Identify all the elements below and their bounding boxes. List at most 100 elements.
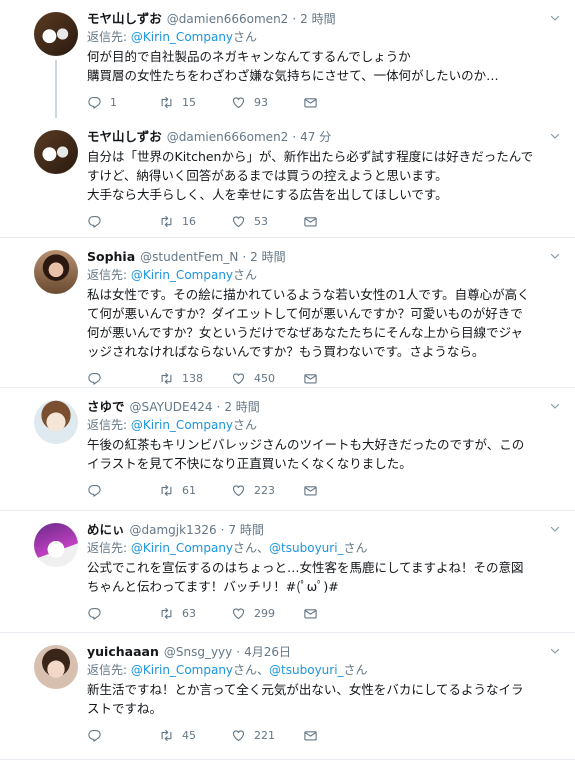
tweet[interactable]: モヤ山しずお @damien666omen2 · 2 時間 返信先: @Kiri… [0,0,575,118]
reply-mention[interactable]: @Kirin_Company [131,268,233,282]
separator-dot: · [216,400,221,414]
user-handle[interactable]: @Snsg_yyy [164,643,232,661]
envelope-icon [303,214,318,229]
like-button[interactable]: 221 [231,728,303,743]
timestamp[interactable]: 7 時間 [228,521,263,539]
reply-button[interactable] [87,606,159,621]
avatar[interactable] [34,645,78,689]
reply-suffix: さん [343,663,368,677]
reply-icon [87,606,102,621]
retweet-button[interactable]: 16 [159,214,231,229]
timestamp[interactable]: 2 時間 [224,398,259,416]
reply-button[interactable] [87,728,159,743]
reply-mention-2[interactable]: @tsuboyuri_ [269,541,344,555]
user-handle[interactable]: @studentFem_N [140,248,238,266]
tweet[interactable]: Sophia @studentFem_N · 2 時間 返信先: @Kirin_… [0,238,575,388]
like-button[interactable]: 53 [231,214,303,229]
chevron-down-icon[interactable] [549,645,561,657]
like-button[interactable]: 450 [231,371,303,386]
avatar[interactable] [34,400,78,444]
chevron-down-icon[interactable] [549,130,561,142]
reply-icon [87,483,102,498]
reply-icon [87,95,102,110]
user-handle[interactable]: @damien666omen2 [167,10,289,28]
timestamp[interactable]: 47 分 [300,128,331,146]
user-handle[interactable]: @damien666omen2 [167,128,289,146]
reply-context: 返信先: @Kirin_Companyさん、@tsuboyuri_さん [87,661,563,679]
retweet-count: 138 [182,371,203,385]
direct-message-button[interactable] [303,483,326,498]
like-count: 450 [254,371,275,385]
tweet[interactable]: yuichaaan @Snsg_yyy · 4月26日 返信先: @Kirin_… [0,633,575,760]
direct-message-button[interactable] [303,214,326,229]
retweet-button[interactable]: 61 [159,483,231,498]
like-button[interactable]: 223 [231,483,303,498]
chevron-down-icon[interactable] [549,523,561,535]
timestamp[interactable]: 2 時間 [300,10,335,28]
tweet-actions: 1 15 93 [87,85,563,119]
avatar[interactable] [34,12,78,56]
retweet-count: 16 [182,214,196,228]
reply-mention[interactable]: @Kirin_Company [131,663,233,677]
retweet-count: 61 [182,483,196,497]
retweet-icon [159,371,174,386]
display-name[interactable]: めにぃ [87,521,125,539]
display-name[interactable]: モヤ山しずお [87,10,162,28]
retweet-count: 63 [182,606,196,620]
display-name[interactable]: yuichaaan [87,643,159,661]
user-handle[interactable]: @SAYUDE424 [130,398,213,416]
direct-message-button[interactable] [303,606,326,621]
tweet[interactable]: モヤ山しずお @damien666omen2 · 47 分 自分は「世界のKit… [0,118,575,238]
avatar[interactable] [34,250,78,294]
envelope-icon [303,483,318,498]
tweet[interactable]: めにぃ @damgjk1326 · 7 時間 返信先: @Kirin_Compa… [0,511,575,633]
tweet-text-line: イラストを見て不快になり正直買いたくなくなりました。 [87,456,412,471]
reply-button[interactable] [87,214,159,229]
chevron-down-icon[interactable] [549,400,561,412]
tweet-header: モヤ山しずお @damien666omen2 · 2 時間 [87,10,563,28]
direct-message-button[interactable] [303,95,326,110]
direct-message-button[interactable] [303,371,326,386]
like-count: 93 [254,95,268,109]
tweet[interactable]: さゆで @SAYUDE424 · 2 時間 返信先: @Kirin_Compan… [0,388,575,511]
display-name[interactable]: さゆで [87,398,125,416]
reply-mention[interactable]: @Kirin_Company [131,541,233,555]
chevron-down-icon[interactable] [549,250,561,262]
tweet-text-line: 購買層の女性たちをわざわざ嫌な気持ちにさせて、一体何がしたいのか… [87,68,499,83]
separator-dot: · [242,250,247,264]
chevron-down-icon[interactable] [549,12,561,24]
timestamp[interactable]: 4月26日 [244,643,291,661]
tweet-text: 新生活ですね！とか言って全く元気が出ない、女性をバカにしてるようなイラ ストですね… [87,680,563,718]
retweet-count: 15 [182,95,196,109]
like-count: 221 [254,728,275,742]
avatar[interactable] [34,523,78,567]
like-button[interactable]: 299 [231,606,303,621]
reply-mention-2[interactable]: @tsuboyuri_ [269,663,344,677]
tweet-actions: 63 299 [87,596,563,630]
like-button[interactable]: 93 [231,95,303,110]
retweet-button[interactable]: 45 [159,728,231,743]
reply-button[interactable]: 1 [87,95,159,110]
display-name[interactable]: Sophia [87,248,135,266]
retweet-button[interactable]: 15 [159,95,231,110]
reply-mention[interactable]: @Kirin_Company [131,30,233,44]
reply-prefix: 返信先: [87,30,131,44]
reply-suffix: さん [233,418,258,432]
retweet-button[interactable]: 63 [159,606,231,621]
envelope-icon [303,606,318,621]
reply-button[interactable] [87,483,159,498]
reply-button[interactable] [87,371,159,386]
user-handle[interactable]: @damgjk1326 [130,521,217,539]
tweet-text-line: ストですね。 [87,701,163,716]
retweet-icon [159,483,174,498]
tweet-text-line: 公式でこれを宣伝するのはちょっと…女性客を馬鹿にしてますよね！その意図 [87,560,524,575]
timestamp[interactable]: 2 時間 [250,248,285,266]
avatar[interactable] [34,130,78,174]
reply-mid: さん、 [233,663,270,677]
reply-mention[interactable]: @Kirin_Company [131,418,233,432]
retweet-button[interactable]: 138 [159,371,231,386]
heart-icon [231,214,246,229]
direct-message-button[interactable] [303,728,326,743]
tweet-text: 午後の紅茶もキリンビバレッジさんのツイートも大好きだったのですが、この イラストを… [87,435,563,473]
display-name[interactable]: モヤ山しずお [87,128,162,146]
